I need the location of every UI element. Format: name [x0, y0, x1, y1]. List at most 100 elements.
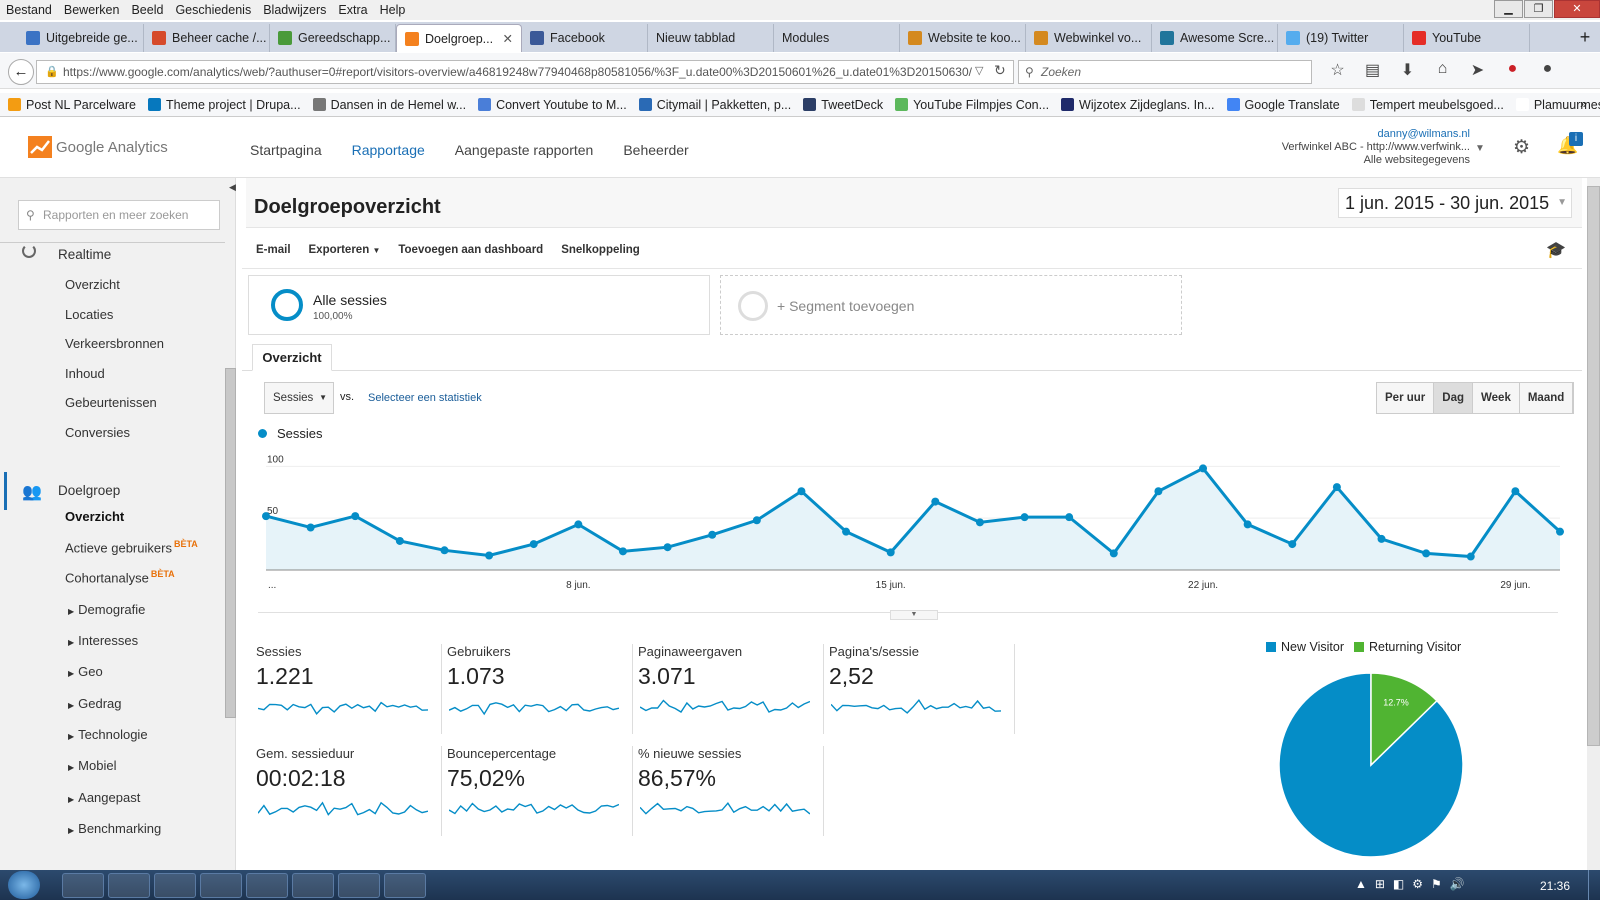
sessions-data-point[interactable]: [1288, 540, 1297, 549]
bookmark-item[interactable]: Tempert meubelsgoed...: [1351, 98, 1504, 112]
system-tray-icons[interactable]: ▲⊞◧⚙⚑🔊: [1355, 877, 1473, 891]
sidebar-item-overzicht[interactable]: Overzicht: [65, 277, 120, 292]
visitor-type-pie-chart[interactable]: 87.3%12.7%: [1276, 670, 1466, 860]
sidebar-item-conversies[interactable]: Conversies: [65, 425, 130, 440]
sessions-data-point[interactable]: [797, 487, 806, 496]
sessions-data-point[interactable]: [306, 523, 315, 532]
page-scrollbar-track[interactable]: [1587, 178, 1600, 870]
browser-tab[interactable]: Facebook: [522, 24, 648, 52]
close-icon[interactable]: ✕: [1554, 0, 1600, 18]
sidebar-item-technologie[interactable]: ▶ Technologie: [68, 727, 148, 742]
sidebar-item-locaties[interactable]: Locaties: [65, 307, 113, 322]
bookmark-item[interactable]: Citymail | Pakketten, p...: [638, 98, 791, 112]
select-statistic-link[interactable]: Selecteer een statistiek: [368, 392, 482, 404]
bookmarks-icon[interactable]: ▤: [1355, 60, 1390, 80]
bookmark-item[interactable]: Google Translate: [1226, 98, 1340, 112]
tab-beheerder[interactable]: Beheerder: [623, 142, 688, 181]
graduation-cap-icon[interactable]: 🎓: [1546, 240, 1566, 260]
taskbar-app-icon[interactable]: [200, 873, 242, 898]
taskbar-chrome-icon[interactable]: [338, 873, 380, 898]
chat-icon[interactable]: ●: [1530, 60, 1565, 80]
segment-card-alle-sessies[interactable]: Alle sessies 100,00%: [248, 275, 710, 335]
bookmark-item[interactable]: YouTube Filmpjes Con...: [895, 98, 1049, 112]
sidebar-item-overzicht[interactable]: Overzicht: [65, 509, 124, 524]
tab-aangepaste-rapporten[interactable]: Aangepaste rapporten: [455, 142, 594, 181]
sessions-data-point[interactable]: [1109, 549, 1118, 558]
back-arrow-icon[interactable]: ←: [8, 59, 34, 85]
date-range-picker[interactable]: 1 jun. 2015 - 30 jun. 2015 ▼: [1338, 188, 1572, 218]
sessions-data-point[interactable]: [886, 548, 895, 557]
sessions-data-point[interactable]: [1511, 487, 1520, 496]
sessions-data-point[interactable]: [1020, 513, 1029, 522]
page-scrollbar-thumb[interactable]: [1587, 186, 1600, 746]
sessions-data-point[interactable]: [1199, 464, 1208, 473]
browser-tab[interactable]: Modules: [774, 24, 900, 52]
pinterest-icon[interactable]: ●: [1495, 60, 1530, 80]
bookmark-item[interactable]: Wijzotex Zijdeglans. In...: [1061, 98, 1215, 112]
sidebar-item-gedrag[interactable]: ▶ Gedrag: [68, 696, 122, 711]
sidebar-item-mobiel[interactable]: ▶ Mobiel: [68, 758, 116, 773]
menu-item-extra[interactable]: Extra: [338, 3, 367, 17]
taskbar-app-icon[interactable]: [62, 873, 104, 898]
report-search-input[interactable]: ⚲ Rapporten en meer zoeken: [18, 200, 220, 230]
start-button-icon[interactable]: [8, 871, 40, 899]
bookmark-item[interactable]: Convert Youtube to M...: [478, 98, 627, 112]
browser-tab[interactable]: Nieuw tabblad: [648, 24, 774, 52]
sessions-data-point[interactable]: [752, 516, 761, 525]
bookmark-item[interactable]: TweetDeck: [803, 98, 883, 112]
sessions-data-point[interactable]: [663, 543, 672, 552]
sessions-data-point[interactable]: [1065, 513, 1074, 522]
download-icon[interactable]: ⬇: [1390, 60, 1425, 80]
sessions-data-point[interactable]: [351, 512, 360, 521]
metric-card-paginaweergaven[interactable]: Paginaweergaven 3.071: [638, 644, 824, 734]
sidebar-scrollbar-thumb[interactable]: [225, 368, 236, 718]
bookmarks-overflow-icon[interactable]: »: [1580, 97, 1587, 111]
home-icon[interactable]: ⌂: [1425, 60, 1460, 80]
sidebar-section-realtime[interactable]: Realtime: [58, 247, 111, 262]
granularity-dag[interactable]: Dag: [1434, 383, 1473, 413]
chart-resize-handle[interactable]: ▼: [890, 610, 938, 620]
reload-icon[interactable]: ↻: [994, 62, 1006, 79]
menu-item-beeld[interactable]: Beeld: [131, 3, 163, 17]
add-segment-button[interactable]: + Segment toevoegen: [720, 275, 1182, 335]
sessions-data-point[interactable]: [395, 536, 404, 545]
sessions-data-point[interactable]: [708, 530, 717, 539]
add-to-dashboard-action[interactable]: Toevoegen aan dashboard: [398, 244, 543, 256]
browser-tab[interactable]: Doelgroep... ✕: [396, 24, 522, 52]
browser-tab[interactable]: Gereedschapp...: [270, 24, 396, 52]
metric-card-gebruikers[interactable]: Gebruikers 1.073: [447, 644, 633, 734]
show-desktop-button[interactable]: [1588, 870, 1600, 900]
sessions-data-point[interactable]: [618, 547, 627, 556]
metric-card-gem-sessieduur[interactable]: Gem. sessieduur 00:02:18: [256, 746, 442, 836]
account-selector[interactable]: danny@wilmans.nl Verfwinkel ABC - http:/…: [1230, 128, 1470, 167]
bookmark-item[interactable]: Theme project | Drupa...: [148, 98, 301, 112]
browser-tab[interactable]: YouTube: [1404, 24, 1530, 52]
metric-card-pagina-s-sessie[interactable]: Pagina's/sessie 2,52: [829, 644, 1015, 734]
browser-tab[interactable]: Uitgebreide ge...: [18, 24, 144, 52]
gear-icon[interactable]: ⚙: [1513, 136, 1530, 159]
account-dropdown-icon[interactable]: ▼: [1475, 143, 1485, 154]
granularity-maand[interactable]: Maand: [1519, 383, 1574, 413]
url-dropdown-icon[interactable]: ▽: [975, 64, 983, 77]
menu-item-bladwijzers[interactable]: Bladwijzers: [263, 3, 326, 17]
menu-item-help[interactable]: Help: [380, 3, 406, 17]
close-tab-icon[interactable]: ✕: [503, 31, 513, 46]
menu-item-geschiedenis[interactable]: Geschiedenis: [175, 3, 251, 17]
sidebar-item-inhoud[interactable]: Inhoud: [65, 366, 105, 381]
browser-tab[interactable]: Beheer cache /...: [144, 24, 270, 52]
metric-card-bouncepercentage[interactable]: Bouncepercentage 75,02%: [447, 746, 633, 836]
browser-tab[interactable]: Website te koo...: [900, 24, 1026, 52]
sidebar-section-doelgroep[interactable]: Doelgroep: [58, 483, 120, 498]
sessions-data-point[interactable]: [440, 546, 449, 555]
export-action[interactable]: Exporteren ▼: [309, 244, 381, 256]
shortcut-action[interactable]: Snelkoppeling: [561, 244, 640, 256]
sidebar-item-actieve-gebruikers[interactable]: Actieve gebruikers BÈTA: [65, 539, 198, 555]
url-bar[interactable]: 🔒 https://www.google.com/analytics/web/?…: [36, 60, 1014, 84]
taskbar-folder-icon[interactable]: [108, 873, 150, 898]
minimize-icon[interactable]: ▁: [1494, 0, 1523, 18]
taskbar-filezilla-icon[interactable]: [292, 873, 334, 898]
sessions-data-point[interactable]: [1466, 552, 1475, 561]
sessions-data-point[interactable]: [975, 518, 984, 527]
sidebar-item-cohortanalyse[interactable]: Cohortanalyse BÈTA: [65, 569, 175, 585]
sessions-data-point[interactable]: [842, 527, 851, 536]
